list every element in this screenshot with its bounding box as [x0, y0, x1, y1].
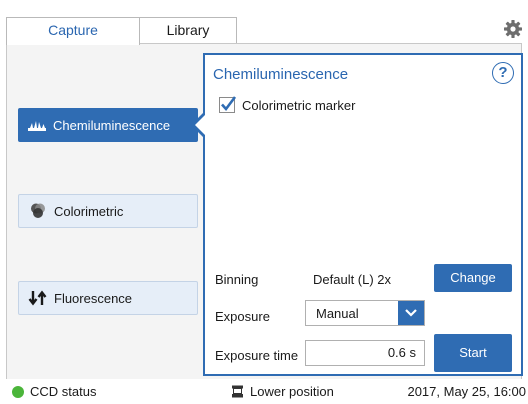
- colorimetric-marker-row: Colorimetric marker: [219, 96, 356, 113]
- panel-pointer-fill: [195, 115, 205, 135]
- binning-value: Default (L) 2x: [313, 272, 392, 287]
- chemiluminescence-icon: [27, 117, 47, 133]
- colorimetric-icon: [28, 203, 48, 219]
- position-status: Lower position: [231, 384, 334, 399]
- exposure-time-input[interactable]: 0.6 s: [305, 340, 425, 366]
- status-bar: CCD status Lower position 2017, May 25, …: [0, 379, 528, 404]
- gear-icon[interactable]: [503, 19, 523, 39]
- exposure-time-label: Exposure time: [215, 348, 299, 363]
- mode-fluorescence-button[interactable]: Fluorescence: [18, 281, 198, 315]
- datetime: 2017, May 25, 16:00: [407, 384, 526, 399]
- exposure-select[interactable]: Manual: [305, 300, 425, 326]
- ccd-status-indicator: [12, 385, 24, 398]
- chevron-down-icon: [398, 301, 424, 325]
- exposure-label: Exposure: [215, 309, 270, 324]
- tab-bar: Capture Library: [0, 0, 528, 45]
- tab-capture[interactable]: Capture: [6, 17, 140, 45]
- panel-title: Chemiluminescence: [213, 66, 349, 83]
- tray-icon: [231, 385, 244, 398]
- ccd-status-label: CCD status: [30, 384, 97, 399]
- change-binning-button[interactable]: Change: [434, 264, 512, 292]
- help-button[interactable]: ?: [492, 62, 514, 84]
- colorimetric-marker-checkbox[interactable]: [219, 96, 237, 113]
- settings-panel: Chemiluminescence ? Colorimetric marker …: [203, 53, 523, 376]
- tab-library[interactable]: Library: [139, 17, 237, 44]
- mode-chemiluminescence-button[interactable]: Chemiluminescence: [18, 108, 198, 142]
- colorimetric-marker-label: Colorimetric marker: [242, 97, 356, 113]
- checkmark-icon: [221, 96, 237, 112]
- mode-colorimetric-button[interactable]: Colorimetric: [18, 194, 198, 228]
- fluorescence-icon: [28, 290, 48, 306]
- start-button[interactable]: Start: [434, 334, 512, 372]
- mode-label: Colorimetric: [54, 203, 124, 219]
- position-label: Lower position: [250, 384, 334, 399]
- mode-label: Fluorescence: [54, 290, 133, 306]
- ccd-status: CCD status: [12, 384, 96, 399]
- exposure-selected-value: Manual: [316, 306, 359, 321]
- binning-label: Binning: [215, 272, 259, 287]
- mode-label: Chemiluminescence: [53, 117, 171, 133]
